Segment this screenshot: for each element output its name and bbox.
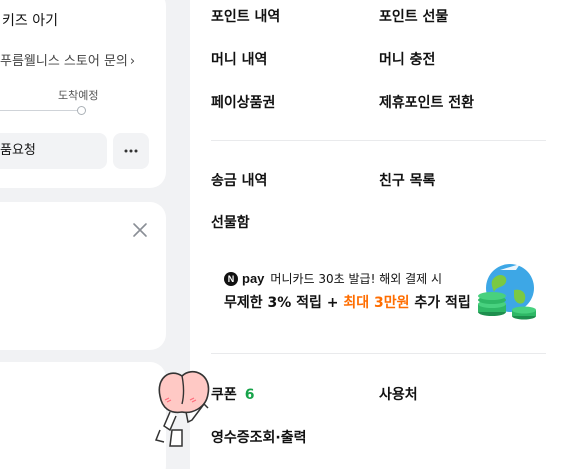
order-action-button[interactable]: 품요청 bbox=[0, 133, 107, 169]
delivery-track-line bbox=[0, 110, 80, 111]
npay-brand: pay bbox=[242, 271, 265, 286]
menu-points-history[interactable]: 포인트 내역 bbox=[211, 6, 280, 26]
menu-pay-voucher[interactable]: 페이상품권 bbox=[211, 92, 275, 112]
menu-friends-list[interactable]: 친구 목록 bbox=[379, 170, 435, 190]
menu-usage-places[interactable]: 사용처 bbox=[379, 384, 418, 404]
banner-highlight: 최대 3만원 bbox=[343, 295, 410, 311]
money-card-banner[interactable]: N pay 머니카드 30초 발급! 해외 결제 시 무제한 3% 적립 + 최… bbox=[212, 260, 542, 324]
menu-coupon[interactable]: 쿠폰 6 bbox=[211, 384, 255, 404]
menu-partner-points[interactable]: 제휴포인트 전환 bbox=[379, 92, 474, 112]
store-inquiry-link[interactable]: 푸름웰니스 스토어 문의 › bbox=[0, 50, 135, 69]
store-inquiry-label: 푸름웰니스 스토어 문의 bbox=[0, 54, 128, 69]
menu-receipt[interactable]: 영수증조회·출력 bbox=[211, 427, 306, 447]
peach-mascot-icon bbox=[154, 370, 210, 447]
menu-money-charge[interactable]: 머니 충전 bbox=[379, 49, 435, 69]
menu-points-gift[interactable]: 포인트 선물 bbox=[379, 6, 448, 26]
order-item-title[interactable]: 키즈 아기 bbox=[2, 10, 58, 30]
banner-subline-part3: 추가 적립 bbox=[409, 295, 471, 311]
banner-headline: 머니카드 30초 발급! 해외 결제 시 bbox=[270, 272, 443, 286]
section-divider bbox=[211, 353, 546, 354]
npay-logo-icon: N bbox=[224, 271, 238, 286]
globe-coins-icon bbox=[478, 264, 536, 320]
banner-brand-row: N pay 머니카드 30초 발급! 해외 결제 시 bbox=[224, 270, 442, 287]
chevron-right-icon: › bbox=[129, 54, 136, 69]
menu-gift-box[interactable]: 선물함 bbox=[211, 212, 250, 232]
more-dots-icon bbox=[124, 149, 138, 153]
delivery-eta-label: 도착예정 bbox=[58, 89, 99, 102]
delivery-track-dot bbox=[77, 106, 86, 115]
banner-subline-part1: 무제한 3% 적립 + bbox=[224, 295, 344, 311]
close-button[interactable] bbox=[132, 222, 152, 242]
coupon-label: 쿠폰 bbox=[211, 387, 237, 403]
menu-money-history[interactable]: 머니 내역 bbox=[211, 49, 267, 69]
banner-subline: 무제한 3% 적립 + 최대 3만원 추가 적립 bbox=[224, 292, 471, 312]
next-card bbox=[0, 362, 166, 469]
menu-transfer-history[interactable]: 송금 내역 bbox=[211, 170, 267, 190]
notice-card bbox=[0, 202, 166, 350]
more-options-button[interactable] bbox=[113, 133, 149, 169]
pay-menu-panel: 포인트 내역 포인트 선물 머니 내역 머니 충전 페이상품권 제휴포인트 전환… bbox=[190, 0, 565, 469]
order-card: 키즈 아기 푸름웰니스 스토어 문의 › 도착예정 품요청 bbox=[0, 0, 166, 188]
close-icon bbox=[133, 223, 147, 237]
coupon-count-badge: 6 bbox=[244, 387, 255, 403]
section-divider bbox=[211, 140, 546, 141]
